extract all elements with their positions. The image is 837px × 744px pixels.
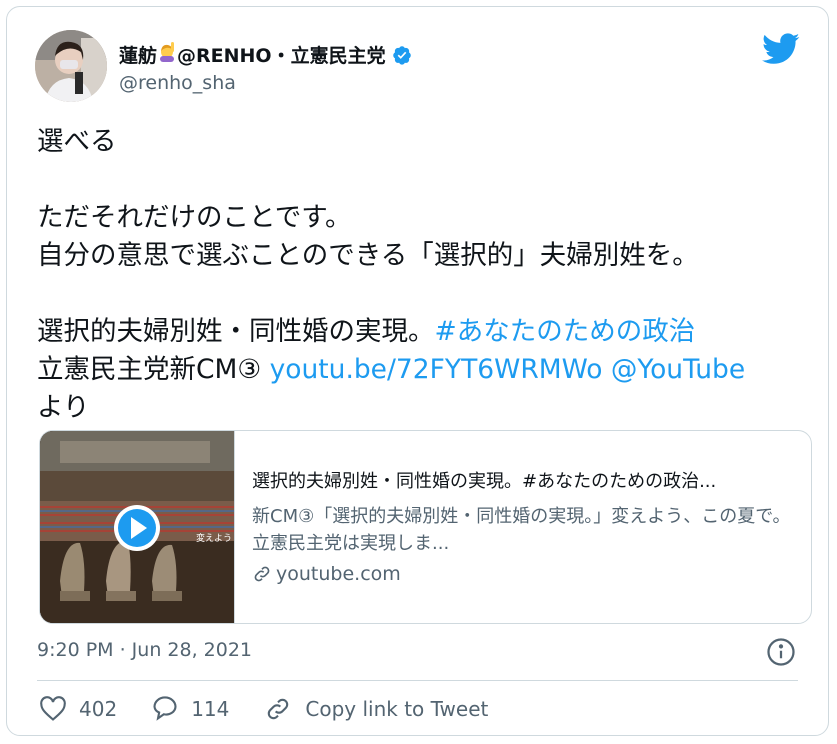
copy-link-label: Copy link to Tweet xyxy=(305,697,489,721)
reply-count: 114 xyxy=(191,697,230,721)
tweet-text-fragment: 立憲民主党新CM③ xyxy=(37,354,270,385)
like-count: 402 xyxy=(79,697,118,721)
link-preview-card[interactable]: 変えよう 選択的夫婦別姓・同性婚の実現。#あなたのための政治... 新CM③「選… xyxy=(39,430,812,624)
tweet-card: 蓮舫 @RENHO・立憲民主党 @renho_sha 選べる ただそれだけのこと… xyxy=(6,6,829,736)
like-button[interactable]: 402 xyxy=(39,696,117,722)
avatar[interactable] xyxy=(35,30,107,102)
link-preview-title: 選択的夫婦別姓・同性婚の実現。#あなたのための政治... xyxy=(252,471,717,492)
author-name-suffix[interactable]: @RENHO・立憲民主党 xyxy=(177,41,386,68)
video-thumbnail[interactable]: 変えよう xyxy=(40,431,235,623)
verified-badge-icon xyxy=(392,45,411,65)
twitter-bird-icon[interactable] xyxy=(762,33,800,65)
copy-link-button[interactable]: Copy link to Tweet xyxy=(263,695,488,723)
divider xyxy=(37,680,798,681)
link-preview-domain-row: youtube.com xyxy=(252,563,802,585)
link-preview-body[interactable]: 選択的夫婦別姓・同性婚の実現。#あなたのための政治... 新CM③「選択的夫婦別… xyxy=(252,467,802,585)
link-preview-description: 新CM③「選択的夫婦別姓・同性婚の実現。」変えよう、この夏で。立憲民主党は実現し… xyxy=(252,506,791,554)
hashtag-link[interactable]: #あなたのための政治 xyxy=(435,316,696,347)
tweet-line: 自分の意思で選ぶことのできる「選択的」夫婦別姓を。 xyxy=(37,240,699,271)
tweet-text-fragment: 選択的夫婦別姓・同性婚の実現。 xyxy=(37,316,435,347)
mention-link[interactable]: @YouTube xyxy=(611,354,745,385)
link-icon xyxy=(254,566,270,582)
thumbnail-caption: 変えよう xyxy=(196,532,232,544)
raising-hand-emoji-icon xyxy=(158,42,176,67)
tweet-line: 立憲民主党新CM③ youtu.be/72FYT6WRMWo @YouTube xyxy=(37,351,817,389)
reply-button[interactable]: 114 xyxy=(151,696,229,722)
author-handle[interactable]: @renho_sha xyxy=(119,72,236,94)
play-icon[interactable] xyxy=(112,503,162,553)
reply-bubble-icon xyxy=(153,696,177,721)
heart-icon xyxy=(40,696,66,721)
author-name-row[interactable]: 蓮舫 @RENHO・立憲民主党 xyxy=(119,41,412,68)
tweet-line: 選択的夫婦別姓・同性婚の実現。#あなたのための政治 xyxy=(37,313,817,351)
tweet-actions: 402 114 Copy link to Tweet xyxy=(39,695,522,723)
author-name-prefix[interactable]: 蓮舫 xyxy=(119,41,157,68)
link-preview-domain: youtube.com xyxy=(276,563,401,585)
youtube-url-link[interactable]: youtu.be/72FYT6WRMWo xyxy=(270,354,603,385)
tweet-text: 選べる ただそれだけのことです。 自分の意思で選ぶことのできる「選択的」夫婦別姓… xyxy=(37,123,817,427)
tweet-line: より xyxy=(37,392,90,423)
tweet-line: ただそれだけのことです。 xyxy=(37,202,352,233)
info-icon[interactable] xyxy=(766,637,796,667)
tweet-line: 選べる xyxy=(37,126,117,157)
link-icon xyxy=(268,698,289,720)
tweet-timestamp[interactable]: 9:20 PM · Jun 28, 2021 xyxy=(37,639,252,661)
